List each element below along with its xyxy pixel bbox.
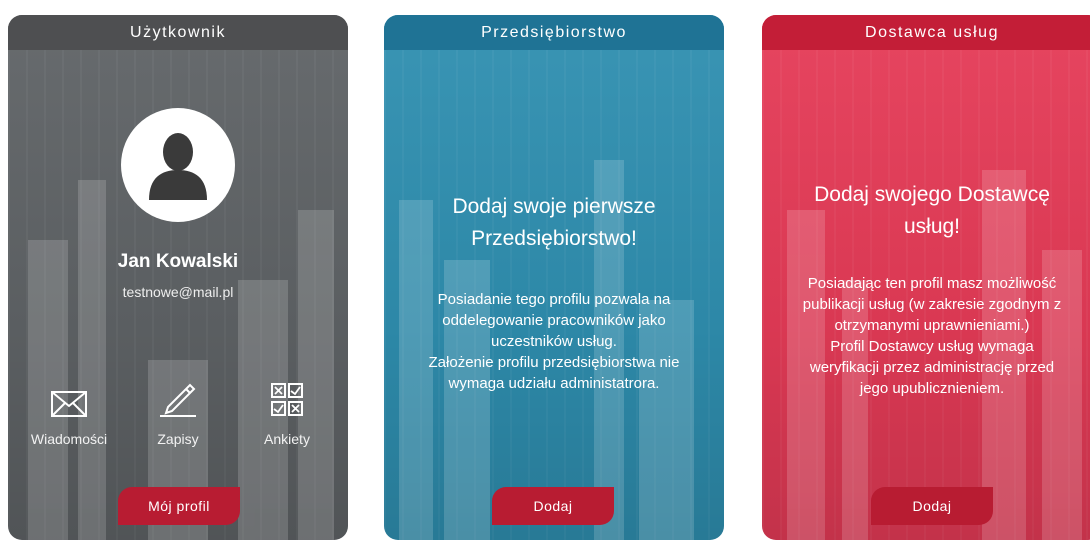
provider-headline: Dodaj swojego Dostawcę usług! bbox=[776, 179, 1088, 243]
company-card-header: Przedsiębiorstwo bbox=[384, 15, 724, 50]
avatar[interactable] bbox=[121, 108, 235, 222]
provider-description-line: Profil Dostawcy usług wymaga bbox=[830, 338, 1034, 355]
company-description-line: oddelegowanie pracowników jako bbox=[442, 312, 666, 329]
add-company-button[interactable]: Dodaj bbox=[492, 487, 614, 525]
company-description-line: uczestników usług. bbox=[491, 333, 617, 350]
user-email: testnowe@mail.pl bbox=[122, 284, 234, 300]
provider-description-line: publikacji usług (w zakresie zgodnym z bbox=[802, 296, 1062, 313]
provider-card: Dostawca usług Dodaj swojego Dostawcę us… bbox=[762, 15, 1090, 540]
provider-description-line: otrzymanymi uprawnieniami.) bbox=[834, 317, 1030, 334]
user-silhouette-icon bbox=[149, 133, 207, 200]
enrollments-link[interactable]: Zapisy bbox=[123, 377, 233, 447]
provider-description: Posiadając ten profil masz możliwość pub… bbox=[774, 273, 1090, 399]
company-headline-line: Przedsiębiorstwo! bbox=[471, 227, 637, 250]
messages-link[interactable]: Wiadomości bbox=[14, 377, 124, 447]
company-description: Posiadanie tego profilu pozwala na oddel… bbox=[396, 289, 712, 394]
company-card: Przedsiębiorstwo Dodaj swoje pierwsze Pr… bbox=[384, 15, 724, 540]
user-name: Jan Kowalski bbox=[117, 251, 239, 272]
company-description-line: Założenie profilu przedsiębiorstwa nie bbox=[428, 354, 680, 371]
company-headline-line: Dodaj swoje pierwsze bbox=[452, 195, 656, 218]
company-description-line: wymaga udziału administatrora. bbox=[448, 375, 660, 392]
provider-headline-line: usług! bbox=[903, 215, 961, 238]
provider-card-header: Dostawca usług bbox=[762, 15, 1090, 50]
my-profile-button[interactable]: Mój profil bbox=[118, 487, 240, 525]
user-card: Użytkownik Jan Kowalski testnowe@mail.pl… bbox=[8, 15, 348, 540]
provider-description-line: weryfikacji przez administrację przed bbox=[809, 359, 1055, 376]
enrollments-label: Zapisy bbox=[157, 431, 199, 447]
company-description-line: Posiadanie tego profilu pozwala na bbox=[437, 291, 671, 308]
provider-description-line: jego upublicznieniem. bbox=[859, 380, 1005, 397]
company-headline: Dodaj swoje pierwsze Przedsiębiorstwo! bbox=[398, 191, 710, 255]
provider-description-line: Posiadając ten profil masz możliwość bbox=[807, 275, 1057, 292]
messages-label: Wiadomości bbox=[30, 431, 108, 447]
provider-headline-line: Dodaj swojego Dostawcę bbox=[814, 183, 1050, 206]
envelope-icon bbox=[51, 391, 87, 417]
pencil-icon bbox=[160, 383, 196, 417]
surveys-link[interactable]: Ankiety bbox=[232, 377, 342, 447]
add-provider-button[interactable]: Dodaj bbox=[871, 487, 993, 525]
user-card-header: Użytkownik bbox=[8, 15, 348, 50]
survey-icon bbox=[271, 383, 303, 416]
surveys-label: Ankiety bbox=[264, 431, 310, 447]
